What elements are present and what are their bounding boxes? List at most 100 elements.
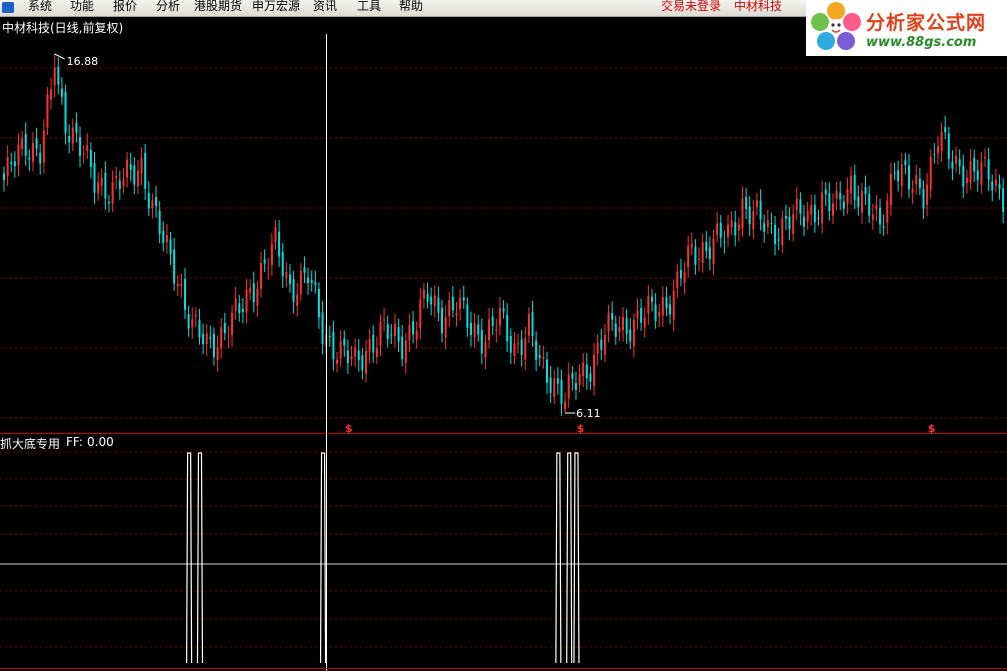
candle-body [480, 329, 483, 354]
candle-body [531, 312, 534, 336]
candle-body [766, 220, 769, 227]
candle-body [68, 136, 71, 143]
candle-body [39, 152, 42, 164]
candle-body [770, 223, 773, 225]
signal-marker: $ [928, 422, 936, 434]
candle-body [419, 299, 422, 328]
candle-body [755, 200, 758, 208]
candle-body [350, 356, 353, 360]
signal-pulse [196, 452, 204, 664]
candle-body [705, 241, 708, 251]
candle-body [911, 188, 914, 193]
candle-body [100, 177, 103, 186]
candle-body [658, 312, 661, 316]
candle-body [933, 154, 936, 156]
candle-body [647, 296, 650, 314]
candle-body [889, 174, 892, 205]
candle-body [980, 162, 983, 185]
candle-body [433, 295, 436, 307]
candle-body [1002, 188, 1005, 212]
candle-body [611, 312, 614, 320]
candle-body [488, 319, 491, 341]
candle-body [89, 149, 92, 168]
candle-body [661, 297, 664, 316]
candle-body [397, 327, 400, 342]
candle-body [871, 214, 874, 220]
candle-body [745, 197, 748, 209]
candle-body [679, 269, 682, 279]
candle-body [672, 290, 675, 320]
candle-body [712, 238, 715, 265]
candle-body [339, 341, 342, 359]
candle-body [386, 324, 389, 340]
candle-body [701, 242, 704, 264]
candle-body [115, 175, 118, 178]
candle-body [936, 146, 939, 154]
candle-body [502, 308, 505, 312]
candle-body [506, 314, 509, 342]
candle-body [784, 216, 787, 219]
candle-body [75, 122, 78, 133]
candle-body [216, 346, 219, 361]
candle-body [390, 334, 393, 336]
candle-body [908, 165, 910, 190]
candle-body [404, 340, 407, 363]
candle-body [317, 288, 320, 318]
candle-body [303, 267, 306, 273]
candle-body [940, 131, 943, 152]
candle-body [307, 277, 310, 284]
candle-body [546, 359, 548, 383]
candle-body [379, 321, 382, 346]
candle-body [897, 170, 900, 182]
candle-body [71, 127, 74, 144]
candle-body [176, 283, 179, 286]
candle-body [267, 267, 270, 269]
signal-pulse [186, 452, 193, 664]
candle-body [441, 307, 444, 334]
indicator-chart[interactable] [0, 434, 1007, 671]
candle-body [223, 322, 226, 334]
candle-body [821, 192, 824, 224]
candle-body [520, 339, 523, 356]
candle-body [650, 296, 653, 302]
candle-body [806, 210, 809, 222]
candle-body [524, 338, 527, 360]
candle-body [973, 157, 976, 172]
candle-body [567, 374, 570, 399]
candle-body [202, 333, 205, 345]
candle-body [915, 175, 918, 184]
candle-body [600, 339, 603, 350]
candle-body [951, 161, 954, 169]
candle-body [97, 182, 100, 194]
candle-body [813, 205, 816, 222]
candle-body [727, 224, 729, 238]
candle-body [35, 138, 38, 149]
candle-body [126, 159, 129, 178]
candle-body [191, 319, 194, 328]
candle-body [238, 303, 241, 314]
price-chart[interactable]: 16.88 6.11 $ $ $ [0, 0, 1007, 434]
candle-body [564, 401, 567, 410]
candle-body [994, 179, 997, 186]
candle-body [459, 297, 462, 310]
candle-body [93, 162, 96, 193]
candle-body [817, 218, 820, 220]
candle-body [759, 200, 762, 220]
candle-body [538, 355, 541, 358]
candle-body [79, 137, 82, 156]
candle-body [46, 94, 49, 128]
candle-body [310, 279, 313, 283]
candle-body [372, 334, 375, 353]
candle-body [498, 307, 501, 326]
candle-body [886, 200, 889, 223]
candle-body [165, 234, 168, 243]
candle-body [585, 364, 588, 379]
candle-body [281, 251, 284, 277]
candle-body [136, 170, 139, 187]
candle-body [415, 330, 418, 340]
candle-body [296, 294, 299, 307]
candle-body [336, 359, 339, 364]
candle-body [640, 307, 643, 323]
candle-body [632, 319, 635, 347]
candle-body [698, 259, 701, 261]
